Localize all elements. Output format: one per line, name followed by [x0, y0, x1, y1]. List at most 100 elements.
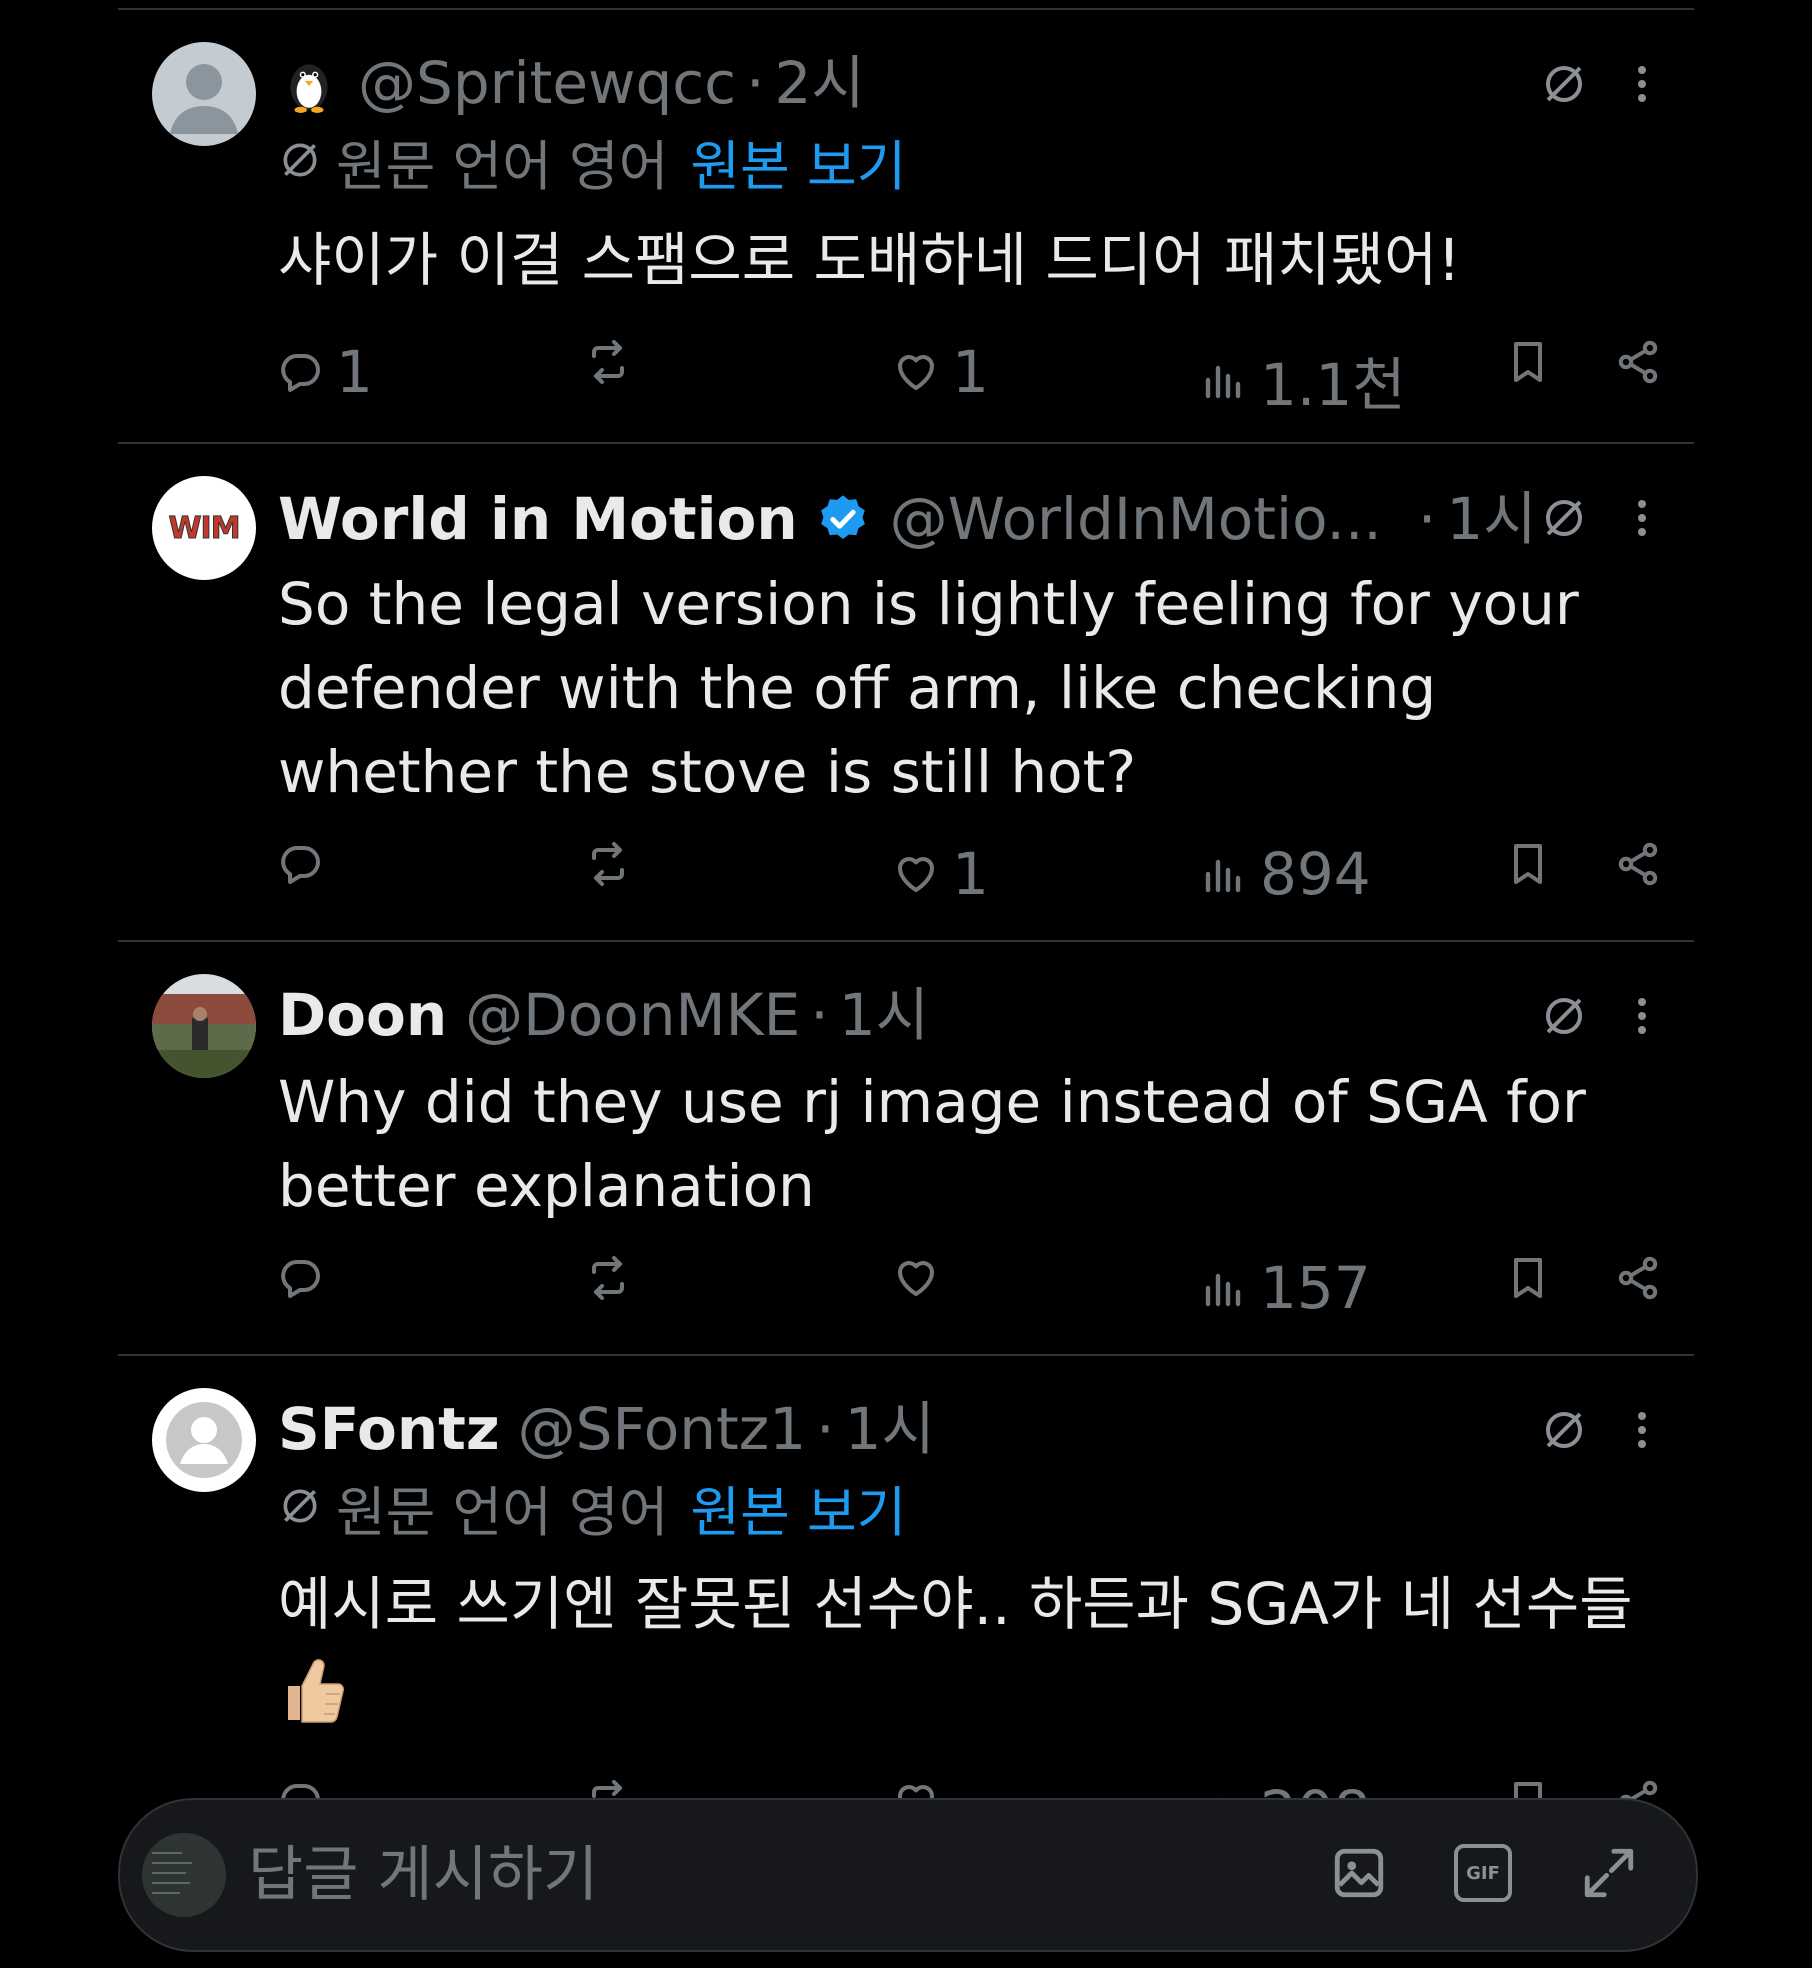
more-icon[interactable]: [1636, 498, 1648, 538]
post-time[interactable]: 1시: [839, 980, 929, 1050]
share-button[interactable]: [1614, 840, 1674, 888]
penguin-emoji: [290, 64, 328, 113]
post-header: Doon @DoonMKE · 1시: [278, 980, 929, 1050]
user-handle[interactable]: @Spritewqcc: [358, 48, 736, 118]
repost-button[interactable]: [584, 840, 644, 888]
separator: ·: [1417, 485, 1437, 553]
reply-button[interactable]: [276, 1778, 336, 1800]
divider: [118, 8, 1694, 10]
reply-button[interactable]: [276, 1254, 336, 1302]
like-icon: [892, 1778, 940, 1800]
bookmark-icon: [1504, 1254, 1552, 1302]
avatar-default[interactable]: [152, 1388, 256, 1492]
like-count: 1: [952, 840, 989, 908]
display-name[interactable]: SFontz: [278, 1394, 500, 1464]
view-original-link[interactable]: 원본 보기: [690, 134, 906, 200]
separator: ·: [746, 49, 765, 117]
more-icon[interactable]: [1636, 64, 1648, 104]
post-header: SFontz @SFontz1 · 1시: [278, 1394, 935, 1464]
share-icon: [1614, 338, 1662, 386]
like-icon: [892, 850, 940, 898]
avatar-logo-text: WIM: [168, 510, 241, 546]
like-button[interactable]: 1: [892, 840, 989, 908]
translation-note: 원문 언어 영어 원본 보기: [278, 1480, 906, 1546]
divider: [118, 1354, 1694, 1356]
display-name[interactable]: World in Motion: [278, 484, 798, 554]
repost-button[interactable]: [584, 1254, 644, 1302]
view-count: 1.1천: [1260, 351, 1406, 419]
no-entry-icon: [278, 138, 322, 182]
reply-icon: [276, 348, 324, 396]
separator: ·: [816, 1395, 835, 1463]
translation-label: 원문 언어 영어: [336, 1481, 669, 1544]
views-icon: [1200, 356, 1248, 404]
views-button[interactable]: 1.1천: [1200, 338, 1406, 422]
view-count: 894: [1260, 840, 1371, 908]
like-button[interactable]: [892, 1778, 952, 1800]
post-time[interactable]: 1시: [845, 1394, 935, 1464]
views-button[interactable]: 894: [1200, 840, 1371, 908]
repost-icon: [584, 1254, 632, 1302]
share-button[interactable]: [1614, 338, 1674, 386]
like-button[interactable]: 1: [892, 338, 989, 406]
no-entry-icon[interactable]: [1540, 1406, 1588, 1454]
view-original-link[interactable]: 원본 보기: [690, 1480, 906, 1546]
action-bar: 1 894: [0, 840, 1812, 910]
bookmark-icon: [1504, 840, 1552, 888]
translation-label: 원문 언어 영어: [336, 135, 669, 198]
view-count: 157: [1260, 1254, 1371, 1322]
share-icon: [1614, 1254, 1662, 1302]
post-header: World in Motion @WorldInMotio... · 1시: [278, 484, 1537, 554]
reply-button[interactable]: 1: [276, 338, 373, 406]
expand-icon[interactable]: [1580, 1844, 1638, 1902]
bookmark-button[interactable]: [1504, 338, 1564, 386]
bookmark-button[interactable]: [1504, 840, 1564, 888]
reply-composer[interactable]: 답글 게시하기 GIF: [118, 1798, 1698, 1952]
reply-button[interactable]: [276, 840, 336, 888]
gif-label: GIF: [1466, 1862, 1500, 1884]
bookmark-icon: [1504, 338, 1552, 386]
like-button[interactable]: [892, 1254, 952, 1302]
views-button[interactable]: 208: [1200, 1778, 1371, 1800]
like-icon: [892, 1254, 940, 1302]
views-button[interactable]: 157: [1200, 1254, 1371, 1322]
action-bar: 157: [0, 1254, 1812, 1324]
user-handle[interactable]: @SFontz1: [518, 1394, 806, 1464]
like-count: 1: [952, 338, 989, 406]
like-icon: [892, 348, 940, 396]
bookmark-icon: [1504, 1778, 1552, 1800]
user-handle[interactable]: @DoonMKE: [465, 980, 800, 1050]
post-time[interactable]: 2시: [775, 48, 865, 118]
views-icon: [1200, 1264, 1248, 1312]
bookmark-button[interactable]: [1504, 1778, 1564, 1800]
action-bar: 208: [0, 1770, 1812, 1800]
no-entry-icon[interactable]: [1540, 60, 1588, 108]
avatar-default[interactable]: [152, 42, 256, 146]
user-handle[interactable]: @WorldInMotio...: [890, 484, 1382, 554]
repost-button[interactable]: [584, 1778, 644, 1800]
no-entry-icon[interactable]: [1540, 992, 1588, 1040]
share-icon: [1614, 1778, 1662, 1800]
action-bar: 1 1 1.1천: [0, 338, 1812, 419]
share-icon: [1614, 840, 1662, 888]
no-entry-icon[interactable]: [1540, 494, 1588, 542]
more-icon[interactable]: [1636, 1410, 1648, 1450]
share-button[interactable]: [1614, 1778, 1674, 1800]
reply-icon: [276, 1778, 324, 1800]
reply-input[interactable]: 답글 게시하기: [248, 1840, 598, 1910]
image-icon[interactable]: [1330, 1844, 1388, 1902]
gif-icon[interactable]: GIF: [1454, 1844, 1512, 1902]
verified-badge-icon: [820, 495, 865, 540]
avatar[interactable]: [142, 1833, 226, 1917]
repost-button[interactable]: [584, 338, 644, 386]
post-text: Why did they use rj image instead of SGA…: [278, 1068, 1586, 1220]
avatar-photo[interactable]: [152, 974, 256, 1078]
share-button[interactable]: [1614, 1254, 1674, 1302]
display-name[interactable]: Doon: [278, 980, 447, 1050]
post-time[interactable]: 1시: [1446, 484, 1536, 554]
repost-icon: [584, 338, 632, 386]
bookmark-button[interactable]: [1504, 1254, 1564, 1302]
more-icon[interactable]: [1636, 996, 1648, 1036]
separator: ·: [810, 981, 829, 1049]
avatar-wim[interactable]: WIM: [152, 476, 256, 580]
